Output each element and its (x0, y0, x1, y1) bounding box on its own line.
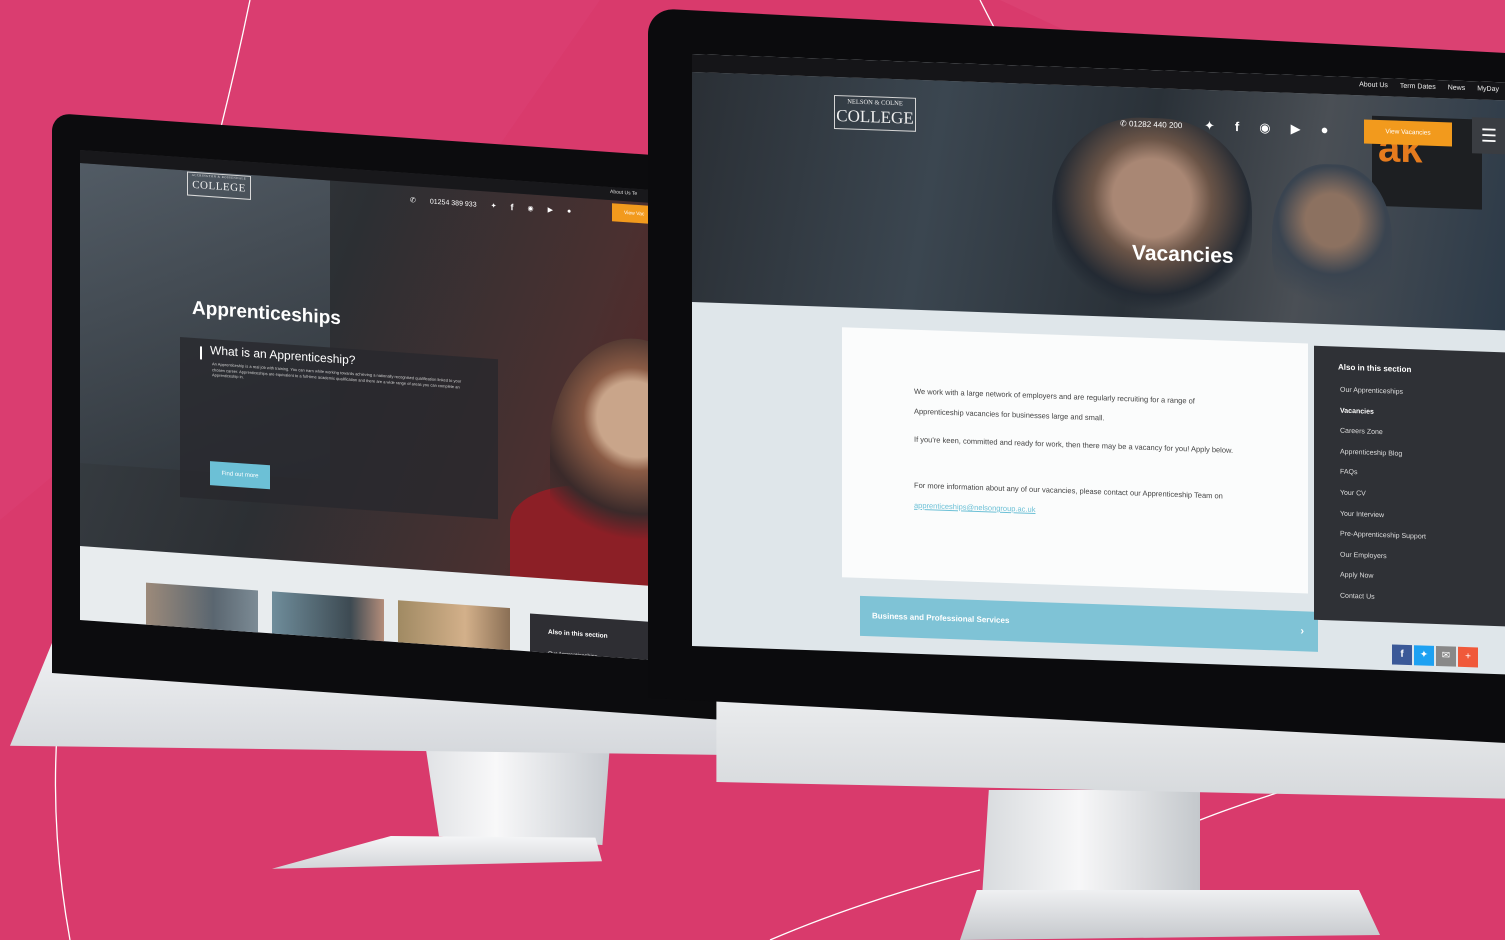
sidebar-item-vacancies[interactable]: Vacancies (1340, 407, 1426, 431)
facebook-share-icon[interactable]: f (1392, 644, 1412, 666)
sidebar-item-contact-us[interactable]: Contact Us (1340, 593, 1426, 617)
accessibility-icon[interactable]: ● (1321, 122, 1329, 138)
sidebar-item-your-cv[interactable]: Your CV (1340, 490, 1426, 514)
email-share-icon[interactable]: ✉ (1436, 645, 1456, 667)
left-college-logo[interactable]: ACCRINGTON & ROSSENDALE COLLEGE (187, 171, 251, 200)
more-share-icon[interactable]: + (1458, 646, 1478, 668)
left-screen: About Us Te ACCRINGTON & ROSSENDALE COLL… (80, 150, 680, 662)
sidebar-item-pre-apprenticeship-support[interactable]: Pre-Apprenticeship Support (1340, 531, 1426, 555)
hero-worker (1272, 162, 1392, 327)
left-intro-card: What is an Apprenticeship? An Apprentice… (180, 336, 498, 520)
sidebar-item-faqs[interactable]: FAQs (1340, 469, 1426, 493)
right-hero-image: ak (692, 72, 1505, 331)
phone-icon: ✆ (410, 197, 416, 205)
twitter-share-icon[interactable]: ✦ (1414, 645, 1434, 666)
intro-paragraph-1: We work with a large network of employer… (914, 386, 1195, 423)
youtube-icon[interactable]: ▶ (548, 206, 553, 214)
top-link-about-us[interactable]: About Us (1359, 81, 1388, 89)
sidebar-heading: Also in this section (1338, 362, 1412, 375)
accessibility-icon[interactable]: ● (567, 208, 571, 215)
youtube-icon[interactable]: ▶ (1291, 121, 1301, 137)
right-phone-number[interactable]: 01282 440 200 (1129, 119, 1182, 130)
facebook-icon[interactable]: f (1235, 119, 1239, 135)
left-monitor-base (272, 836, 602, 869)
section-sidebar: Also in this section Our Apprenticeships… (1314, 345, 1505, 627)
top-link-myday[interactable]: MyDay (1477, 85, 1499, 93)
twitter-icon[interactable]: ✦ (491, 202, 497, 210)
left-card-text: An Apprenticeship is a real job with tra… (212, 361, 462, 390)
find-out-more-button[interactable]: Find out more (210, 461, 270, 490)
email-link[interactable]: apprenticeships@nelsongroup.ac.uk (914, 501, 1035, 514)
page-title: Vacancies (1132, 241, 1234, 268)
twitter-icon[interactable]: ✦ (1204, 118, 1215, 134)
sidebar-item-apply-now[interactable]: Apply Now (1340, 572, 1426, 596)
left-sidebar-heading: Also in this section (548, 628, 608, 640)
left-phone-number[interactable]: 01254 389 933 (430, 198, 477, 208)
top-link-news[interactable]: News (1448, 84, 1466, 92)
instagram-icon[interactable]: ◉ (1259, 120, 1270, 136)
view-vacancies-button[interactable]: View Vacancies (1364, 119, 1452, 147)
hamburger-menu-icon[interactable]: ☰ (1472, 117, 1505, 155)
sidebar-item-our-apprenticeships[interactable]: Our Apprenticeships (1340, 387, 1426, 411)
hero-person (1052, 114, 1252, 322)
card-title-bar (200, 346, 202, 360)
share-buttons: f ✦ ✉ + (1392, 644, 1478, 668)
sidebar-item-your-interview[interactable]: Your Interview (1340, 510, 1426, 534)
left-about-link[interactable]: About Us Te (610, 189, 637, 197)
top-link-term-dates[interactable]: Term Dates (1400, 83, 1436, 91)
sidebar-item-apprenticeship-blog[interactable]: Apprenticeship Blog (1340, 448, 1426, 472)
intro-paragraph-3: For more information about any of our va… (914, 480, 1223, 514)
right-screen: ak About Us Term Dates News MyDay NELSON… (692, 54, 1505, 675)
facebook-icon[interactable]: f (510, 202, 513, 212)
phone-icon: ✆ (1120, 118, 1127, 129)
chevron-right-icon: › (1300, 625, 1304, 638)
accordion-business-services[interactable]: Business and Professional Services › (860, 595, 1318, 652)
instagram-icon[interactable]: ◉ (527, 204, 533, 212)
vacancies-intro: We work with a large network of employer… (842, 327, 1308, 594)
right-college-logo[interactable]: NELSON & COLNE COLLEGE (834, 94, 916, 132)
sidebar-item-careers-zone[interactable]: Careers Zone (1340, 428, 1426, 452)
intro-paragraph-2: If you're keen, committed and ready for … (914, 434, 1234, 455)
sidebar-item-our-employers[interactable]: Our Employers (1340, 551, 1426, 575)
right-monitor-base (960, 890, 1380, 940)
